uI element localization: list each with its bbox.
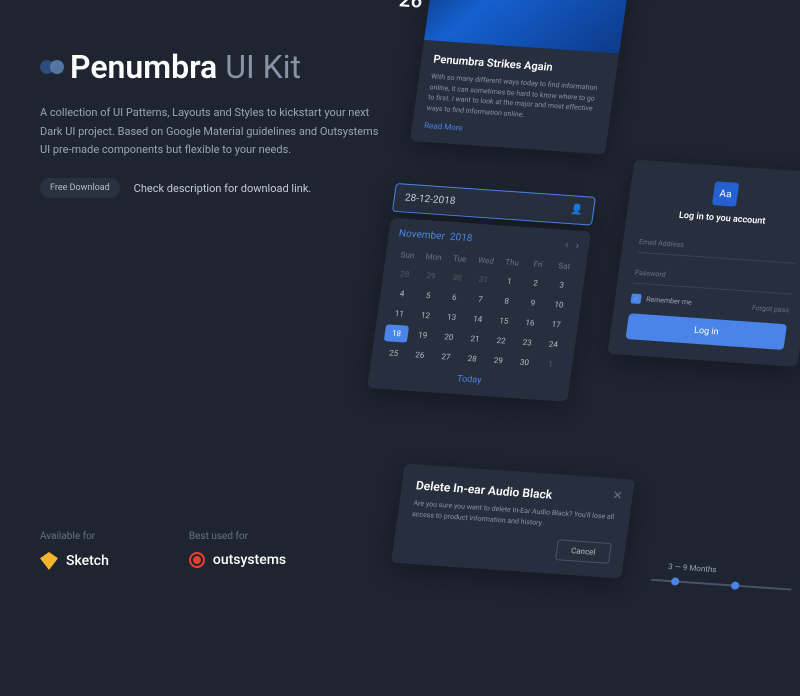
calendar-day[interactable]: 3 [549, 276, 575, 294]
email-field[interactable]: Email Address [638, 232, 799, 264]
calendar-day[interactable]: 17 [543, 315, 569, 333]
calendar-day-header: Sat [552, 258, 577, 274]
calendar-day[interactable]: 20 [436, 328, 462, 346]
login-title: Log in to you account [642, 208, 800, 229]
login-app-icon: Aa [712, 181, 739, 206]
calendar-today-link[interactable]: Today [379, 369, 560, 391]
calendar-day[interactable]: 12 [413, 306, 439, 324]
footer: Available for Sketch Best used for outsy… [40, 531, 286, 570]
calendar-day[interactable]: 9 [520, 294, 546, 312]
calendar-day[interactable]: 29 [486, 351, 512, 369]
calendar-day[interactable]: 26 [407, 346, 433, 364]
calendar-month[interactable]: November 2018 [398, 228, 473, 244]
calendar-day[interactable]: 15 [491, 312, 517, 330]
calendar-day[interactable]: 24 [541, 335, 567, 353]
calendar-day[interactable]: 5 [415, 286, 441, 304]
hero-description: A collection of UI Patterns, Layouts and… [40, 104, 390, 160]
calendar-day[interactable]: 23 [514, 333, 540, 351]
password-field[interactable]: Password [633, 263, 794, 295]
calendar-day[interactable]: 31 [471, 270, 497, 288]
range-label: 3 — 9 Months [668, 562, 718, 574]
calendar-day[interactable]: 4 [389, 285, 415, 303]
calendar: November 2018 ‹ › SunMonTueWedThuFriSat2… [367, 218, 591, 402]
article-text: With so many different ways today to fin… [426, 71, 603, 125]
calendar-day[interactable]: 8 [494, 292, 520, 310]
calendar-day-header: Thu [499, 254, 524, 270]
title-light: UI Kit [225, 48, 301, 86]
calendar-day[interactable]: 28 [392, 265, 418, 283]
read-more-link[interactable]: Read More [424, 121, 596, 142]
calendar-day-header: Wed [473, 252, 498, 268]
calendar-day[interactable]: 18 [384, 324, 410, 342]
delete-modal: ✕ Delete In-ear Audio Black Are you sure… [391, 464, 635, 579]
sketch-icon [40, 552, 58, 570]
calendar-day[interactable]: 7 [468, 290, 494, 308]
outsystems-brand: outsystems [189, 552, 286, 568]
calendar-day[interactable]: 29 [418, 267, 444, 285]
calendar-day-header: Mon [421, 249, 446, 265]
stat-number: 26 [398, 0, 424, 13]
range-slider[interactable] [651, 579, 791, 591]
calendar-day[interactable]: 30 [444, 268, 470, 286]
calendar-day[interactable]: 1 [497, 272, 523, 290]
outsystems-icon [189, 552, 205, 568]
title-bold: Penumbra [70, 48, 217, 86]
calendar-day[interactable]: 21 [462, 330, 488, 348]
calendar-day[interactable]: 13 [439, 308, 465, 326]
calendar-grid: SunMonTueWedThuFriSat2829303112345678910… [381, 247, 577, 373]
calendar-prev-icon[interactable]: ‹ [565, 240, 570, 251]
hero-section: Penumbra UI Kit A collection of UI Patte… [40, 48, 390, 198]
calendar-day[interactable]: 30 [512, 353, 538, 371]
calendar-day-header: Sun [395, 247, 420, 263]
calendar-day[interactable]: 19 [410, 326, 436, 344]
calendar-day[interactable]: 28 [459, 350, 485, 368]
login-card: Aa Log in to you account Email Address P… [607, 160, 800, 367]
calendar-day[interactable]: 2 [523, 274, 549, 292]
calendar-next-icon[interactable]: › [575, 241, 580, 252]
calendar-day[interactable]: 1 [538, 355, 564, 373]
calendar-day-header: Tue [447, 251, 472, 267]
calendar-day[interactable]: 11 [387, 304, 413, 322]
calendar-day[interactable]: 25 [381, 344, 407, 362]
logo-icon [40, 60, 60, 74]
check-icon: ✓ [630, 293, 641, 304]
page-title: Penumbra UI Kit [40, 48, 390, 86]
free-download-button[interactable]: Free Download [40, 178, 120, 198]
calendar-day[interactable]: 10 [546, 296, 572, 314]
sketch-brand: Sketch [40, 552, 109, 570]
calendar-day[interactable]: 14 [465, 310, 491, 328]
download-hint: Check description for download link. [134, 182, 312, 195]
calendar-day[interactable]: 22 [488, 332, 514, 350]
available-label: Available for [40, 531, 109, 542]
close-icon[interactable]: ✕ [612, 488, 624, 503]
user-icon: 👤 [570, 204, 584, 216]
cancel-button[interactable]: Cancel [555, 539, 612, 564]
calendar-day[interactable]: 6 [442, 288, 468, 306]
login-button[interactable]: Log in [625, 313, 787, 350]
calendar-day[interactable]: 16 [517, 314, 543, 332]
article-card: Penumbra Strikes Again With so many diff… [410, 0, 634, 155]
calendar-day-header: Fri [526, 256, 551, 272]
calendar-day[interactable]: 27 [433, 348, 459, 366]
best-used-label: Best used for [189, 531, 286, 542]
